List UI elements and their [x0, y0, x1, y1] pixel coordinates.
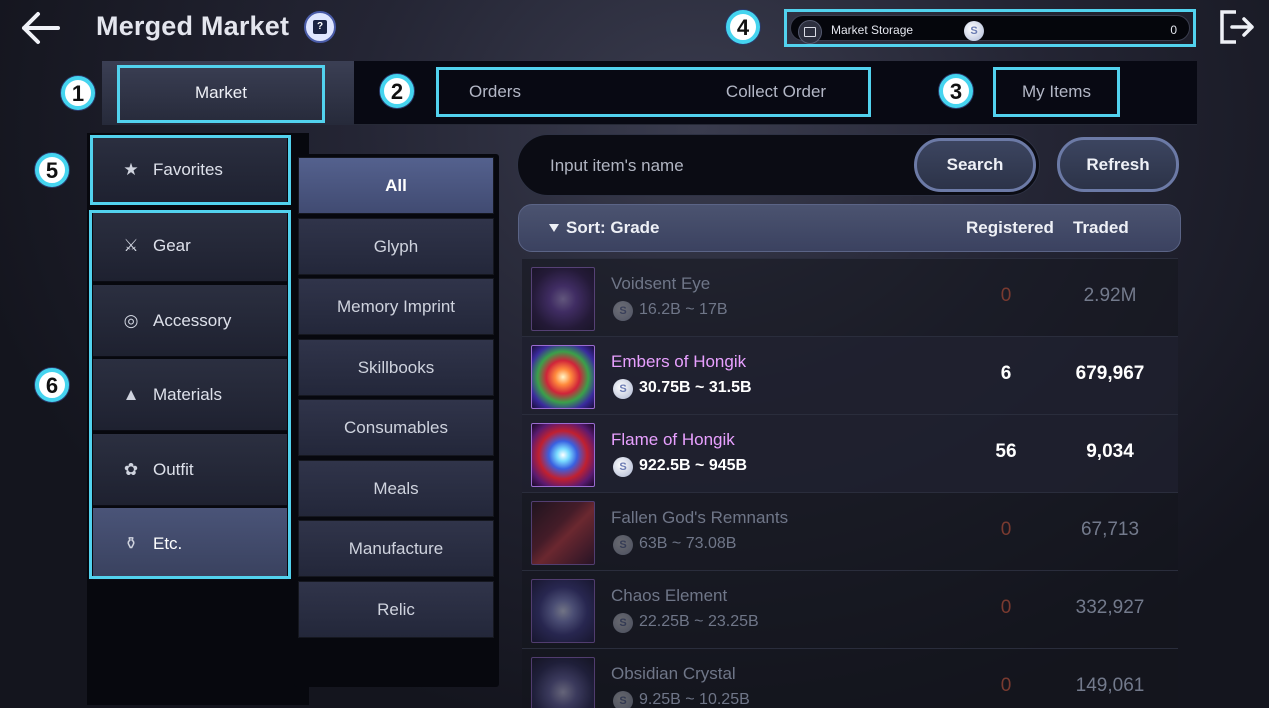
item-traded: 332,927: [1075, 597, 1145, 618]
tab-my-items[interactable]: My Items: [996, 70, 1117, 114]
silver-coin-icon: S: [613, 379, 633, 399]
subcategory-manufacture[interactable]: Manufacture: [298, 520, 494, 577]
item-registered: 0: [1000, 519, 1012, 540]
exit-button[interactable]: [1218, 8, 1256, 46]
silver-coin-icon: S: [964, 21, 984, 41]
arrow-left-icon: [22, 12, 60, 44]
sort-label: Sort: Grade: [566, 218, 660, 237]
subcategory-memory-imprint[interactable]: Memory Imprint: [298, 278, 494, 335]
storage-value: 0: [1170, 23, 1177, 37]
item-icon-flame-of-hongik: [531, 423, 595, 487]
annotation-badge-6: 6: [35, 368, 69, 402]
help-button[interactable]: ?: [304, 11, 336, 43]
refresh-button[interactable]: Refresh: [1057, 137, 1179, 192]
subcategory-glyph[interactable]: Glyph: [298, 218, 494, 275]
item-icon-fallen-gods-remnants: [531, 501, 595, 565]
list-item[interactable]: Voidsent Eye S 16.2B ~ 17B 0 2.92M: [522, 258, 1178, 336]
guide-book-icon: ?: [313, 20, 327, 34]
item-registered: 0: [1000, 675, 1012, 696]
tab-collect-order[interactable]: Collect Order: [700, 70, 852, 114]
subcategory-all[interactable]: All: [298, 157, 494, 214]
item-name: Flame of Hongik: [611, 430, 735, 449]
tab-orders[interactable]: Orders: [440, 70, 550, 114]
storage-bar: Market Storage S 0: [790, 15, 1190, 44]
search-button[interactable]: Search: [914, 138, 1036, 192]
search-input[interactable]: [548, 145, 902, 187]
item-name: Chaos Element: [611, 586, 728, 605]
subcategory-consumables[interactable]: Consumables: [298, 399, 494, 456]
item-icon-obsidian-crystal: [531, 657, 595, 708]
item-traded: 679,967: [1075, 363, 1145, 384]
column-traded: Traded: [1073, 218, 1129, 237]
item-name: Voidsent Eye: [611, 274, 711, 293]
triangle-down-icon: [549, 224, 559, 232]
list-item[interactable]: Embers of Hongik S 30.75B ~ 31.5B 6 679,…: [522, 336, 1178, 414]
item-name: Embers of Hongik: [611, 352, 747, 371]
item-name: Fallen God's Remnants: [611, 508, 789, 527]
item-traded: 67,713: [1080, 519, 1140, 540]
annotation-badge-4: 4: [726, 10, 760, 44]
silver-coin-icon: S: [613, 613, 633, 633]
item-price: 22.25B ~ 23.25B: [639, 613, 759, 630]
item-registered: 0: [1000, 285, 1012, 306]
subcategory-meals[interactable]: Meals: [298, 460, 494, 517]
chest-icon: [798, 20, 822, 44]
item-registered: 56: [995, 441, 1017, 462]
item-traded: 149,061: [1075, 675, 1145, 696]
annotation-badge-2: 2: [380, 74, 414, 108]
silver-coin-icon: S: [613, 301, 633, 321]
annotation-badge-1: 1: [61, 76, 95, 110]
subcategory-relic[interactable]: Relic: [298, 581, 494, 638]
storage-label: Market Storage: [831, 23, 914, 37]
item-icon-embers-of-hongik: [531, 345, 595, 409]
list-header: Sort: Grade Registered Traded: [518, 204, 1181, 252]
item-price: 9.25B ~ 10.25B: [639, 691, 750, 708]
list-item[interactable]: Flame of Hongik S 922.5B ~ 945B 56 9,034: [522, 414, 1178, 492]
annotation-badge-5: 5: [35, 153, 69, 187]
exit-door-icon: [1220, 10, 1254, 44]
list-item[interactable]: Obsidian Crystal S 9.25B ~ 10.25B 0 149,…: [522, 648, 1178, 708]
column-registered: Registered: [966, 218, 1054, 237]
subcategory-skillbooks[interactable]: Skillbooks: [298, 339, 494, 396]
market-storage[interactable]: Market Storage S 0: [784, 9, 1196, 47]
silver-coin-icon: S: [613, 457, 633, 477]
item-traded: 2.92M: [1083, 285, 1137, 306]
annotation-badge-3: 3: [939, 74, 973, 108]
list-item[interactable]: Chaos Element S 22.25B ~ 23.25B 0 332,92…: [522, 570, 1178, 648]
highlight-box-6: [89, 210, 291, 579]
silver-coin-icon: S: [613, 691, 633, 708]
back-button[interactable]: [18, 8, 62, 48]
silver-coin-icon: S: [613, 535, 633, 555]
item-icon-voidsent-eye: [531, 267, 595, 331]
item-price: 30.75B ~ 31.5B: [639, 379, 752, 396]
item-icon-chaos-element: [531, 579, 595, 643]
item-name: Obsidian Crystal: [611, 664, 736, 683]
tab-market[interactable]: Market: [117, 65, 325, 123]
item-price: 922.5B ~ 945B: [639, 457, 748, 474]
highlight-box-5: [90, 135, 291, 205]
item-list: Voidsent Eye S 16.2B ~ 17B 0 2.92M Ember…: [522, 258, 1178, 708]
item-price: 63B ~ 73.08B: [639, 535, 737, 552]
sort-dropdown[interactable]: Sort: Grade: [549, 205, 660, 251]
item-registered: 0: [1000, 597, 1012, 618]
item-registered: 6: [1000, 363, 1012, 384]
list-item[interactable]: Fallen God's Remnants S 63B ~ 73.08B 0 6…: [522, 492, 1178, 570]
item-price: 16.2B ~ 17B: [639, 301, 728, 318]
page-title: Merged Market: [96, 11, 290, 41]
item-traded: 9,034: [1086, 441, 1134, 462]
